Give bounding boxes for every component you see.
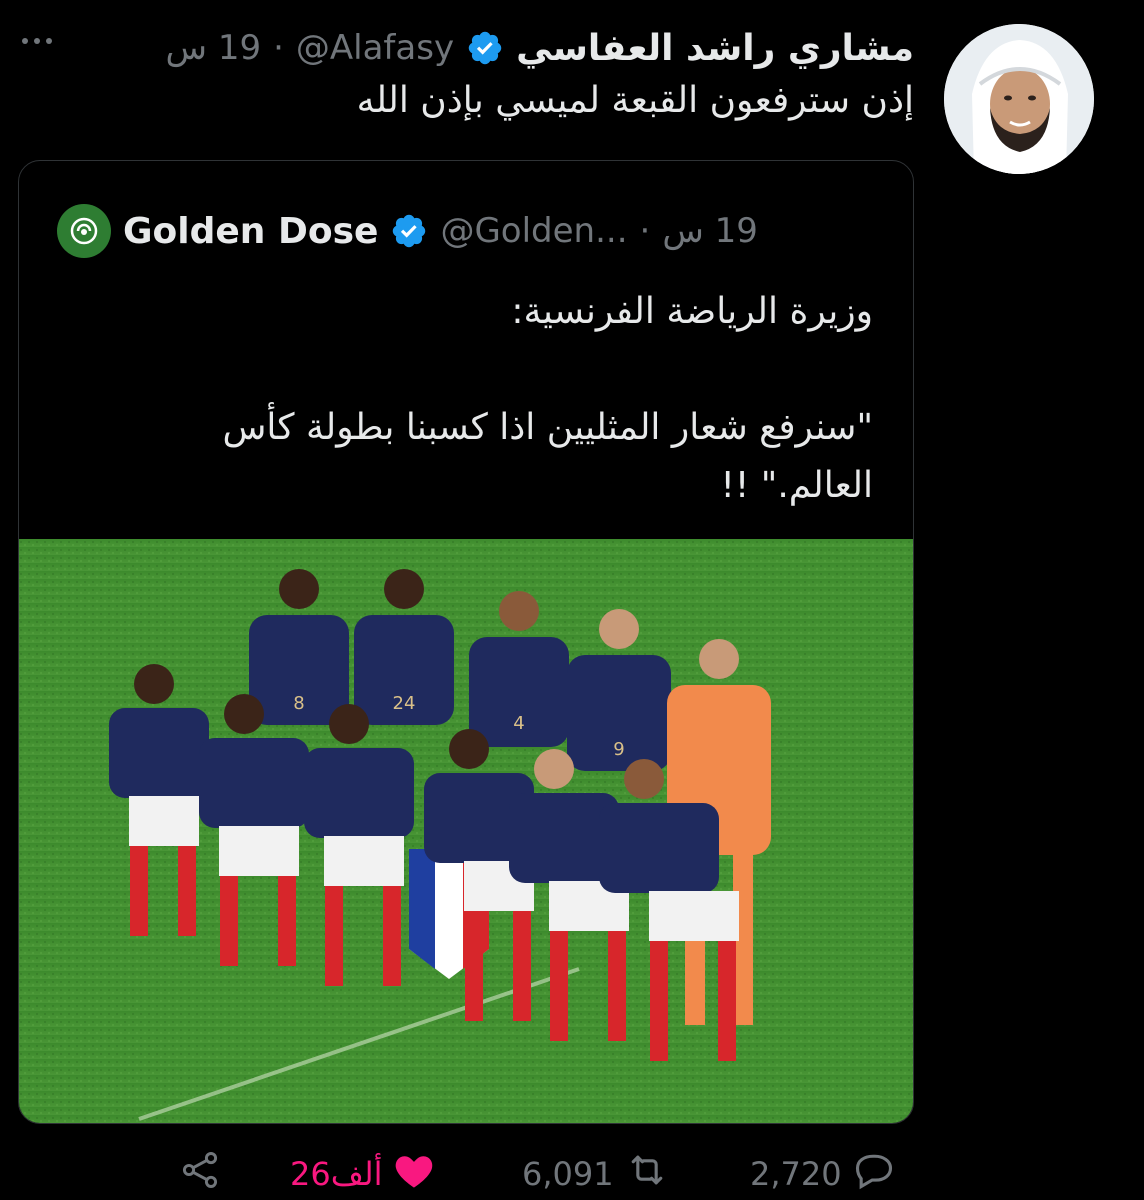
svg-text:9: 9 [613,739,624,760]
quoted-handle[interactable]: @Golden... [440,211,627,251]
svg-text:4: 4 [513,713,524,734]
share-icon [178,1148,222,1200]
verified-badge-icon [466,29,504,67]
like-count: 26ألف [290,1155,383,1193]
quoted-verified-badge-icon [390,212,428,250]
tweet-header: مشاري راشد العفاسي @Alafasy · 19 س [166,20,915,76]
quoted-text-line: وزيرة الرياضة الفرنسية: [511,291,873,332]
quoted-separator: · [639,211,651,251]
quoted-tweet-text: وزيرة الرياضة الفرنسية: "سنرفع شعار المث… [73,283,873,515]
svg-text:24: 24 [393,693,416,714]
handle[interactable]: @Alafasy [296,28,454,68]
quoted-text-line: "سنرفع شعار المثليين اذا كسبنا بطولة كأس [222,407,873,448]
quoted-avatar-icon[interactable] [57,204,111,258]
more-options-icon[interactable] [22,38,52,44]
like-button[interactable]: 26ألف [290,1148,436,1200]
quoted-display-name[interactable]: Golden Dose [123,211,378,252]
tweet[interactable]: مشاري راشد العفاسي @Alafasy · 19 س إذن س… [0,0,1144,1200]
retweet-button[interactable]: 6,091 [522,1148,670,1200]
tweet-text: إذن سترفعون القبعة لميسي بإذن الله [356,80,914,121]
quoted-timestamp[interactable]: 19 س [662,211,758,251]
action-bar: 26ألف 6,091 2,720 [0,1140,1144,1200]
retweet-icon [624,1148,670,1200]
reply-count: 2,720 [750,1155,842,1193]
retweet-count: 6,091 [522,1155,614,1193]
svg-text:8: 8 [293,693,304,714]
avatar[interactable] [944,24,1094,174]
heart-icon [392,1148,436,1200]
quoted-tweet-header: Golden Dose @Golden... · 19 س [57,203,758,259]
quoted-text-line: العالم." !! [720,465,873,506]
share-button[interactable] [178,1148,222,1200]
quoted-tweet[interactable]: Golden Dose @Golden... · 19 س وزيرة الري… [18,160,914,1124]
display-name[interactable]: مشاري راشد العفاسي [516,28,914,69]
reply-button[interactable]: 2,720 [750,1148,896,1200]
timestamp[interactable]: 19 س [166,28,262,68]
tweet-photo[interactable]: 8 24 4 9 [19,539,913,1123]
reply-icon [852,1148,896,1200]
separator: · [273,28,284,68]
